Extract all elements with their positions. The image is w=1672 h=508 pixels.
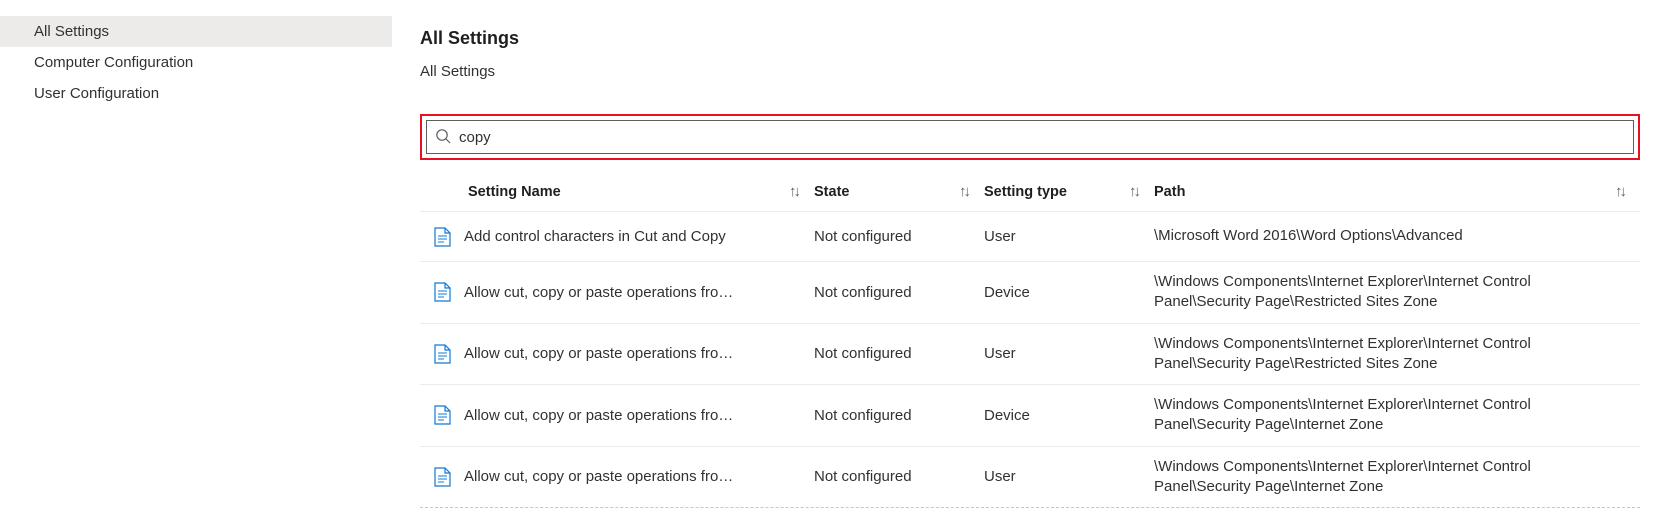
cell-setting-type: Device <box>984 407 1154 424</box>
table-row[interactable]: Allow cut, copy or paste operations fro…… <box>420 447 1640 508</box>
document-icon <box>420 227 464 247</box>
document-icon <box>420 467 464 487</box>
column-setting-name[interactable]: Setting Name ↑↓ <box>464 183 814 200</box>
sidebar: All Settings Computer Configuration User… <box>0 0 392 505</box>
cell-path: \Windows Components\Internet Explorer\In… <box>1154 457 1640 498</box>
cell-state: Not configured <box>814 228 984 245</box>
table-body: Add control characters in Cut and CopyNo… <box>420 212 1640 508</box>
table-row[interactable]: Allow cut, copy or paste operations fro…… <box>420 262 1640 324</box>
cell-path: \Microsoft Word 2016\Word Options\Advanc… <box>1154 226 1640 246</box>
cell-setting-type: User <box>984 345 1154 362</box>
cell-setting-name: Add control characters in Cut and Copy <box>464 228 814 245</box>
sidebar-item-label: Computer Configuration <box>34 54 193 71</box>
column-label: Setting type <box>984 184 1067 200</box>
column-label: Setting Name <box>468 184 561 200</box>
cell-setting-type: Device <box>984 284 1154 301</box>
sidebar-item-user-configuration[interactable]: User Configuration <box>0 78 392 109</box>
cell-state: Not configured <box>814 284 984 301</box>
cell-setting-type: User <box>984 468 1154 485</box>
sidebar-item-label: All Settings <box>34 23 109 40</box>
column-setting-type[interactable]: Setting type ↑↓ <box>984 183 1154 200</box>
sidebar-item-all-settings[interactable]: All Settings <box>0 16 392 47</box>
table-header: Setting Name ↑↓ State ↑↓ Setting type ↑↓… <box>420 172 1640 212</box>
table-row[interactable]: Allow cut, copy or paste operations fro…… <box>420 385 1640 447</box>
sort-updown-icon: ↑↓ <box>1615 183 1624 200</box>
sort-updown-icon: ↑↓ <box>959 183 968 200</box>
sidebar-item-computer-configuration[interactable]: Computer Configuration <box>0 47 392 78</box>
cell-path: \Windows Components\Internet Explorer\In… <box>1154 334 1640 375</box>
cell-setting-name: Allow cut, copy or paste operations fro… <box>464 407 814 424</box>
search-icon <box>435 128 451 147</box>
cell-path: \Windows Components\Internet Explorer\In… <box>1154 272 1640 313</box>
document-icon <box>420 282 464 302</box>
sidebar-item-label: User Configuration <box>34 85 159 102</box>
sort-updown-icon: ↑↓ <box>789 183 798 200</box>
cell-setting-name: Allow cut, copy or paste operations fro… <box>464 345 814 362</box>
cell-setting-name: Allow cut, copy or paste operations fro… <box>464 468 814 485</box>
page-title: All Settings <box>420 28 1640 49</box>
cell-setting-name: Allow cut, copy or paste operations fro… <box>464 284 814 301</box>
column-state[interactable]: State ↑↓ <box>814 183 984 200</box>
column-label: State <box>814 184 849 200</box>
main-panel: All Settings All Settings Setting Name ↑… <box>392 0 1672 505</box>
cell-state: Not configured <box>814 345 984 362</box>
document-icon <box>420 344 464 364</box>
column-path[interactable]: Path ↑↓ <box>1154 183 1640 200</box>
settings-table: Setting Name ↑↓ State ↑↓ Setting type ↑↓… <box>420 172 1640 508</box>
document-icon <box>420 405 464 425</box>
cell-setting-type: User <box>984 228 1154 245</box>
table-row[interactable]: Allow cut, copy or paste operations fro…… <box>420 324 1640 386</box>
cell-path: \Windows Components\Internet Explorer\In… <box>1154 395 1640 436</box>
breadcrumb: All Settings <box>420 63 1640 80</box>
search-highlight-box <box>420 114 1640 160</box>
cell-state: Not configured <box>814 468 984 485</box>
cell-state: Not configured <box>814 407 984 424</box>
search-box[interactable] <box>426 120 1634 154</box>
search-input[interactable] <box>459 129 1625 146</box>
table-row[interactable]: Add control characters in Cut and CopyNo… <box>420 212 1640 262</box>
column-label: Path <box>1154 184 1185 200</box>
sort-updown-icon: ↑↓ <box>1129 183 1138 200</box>
